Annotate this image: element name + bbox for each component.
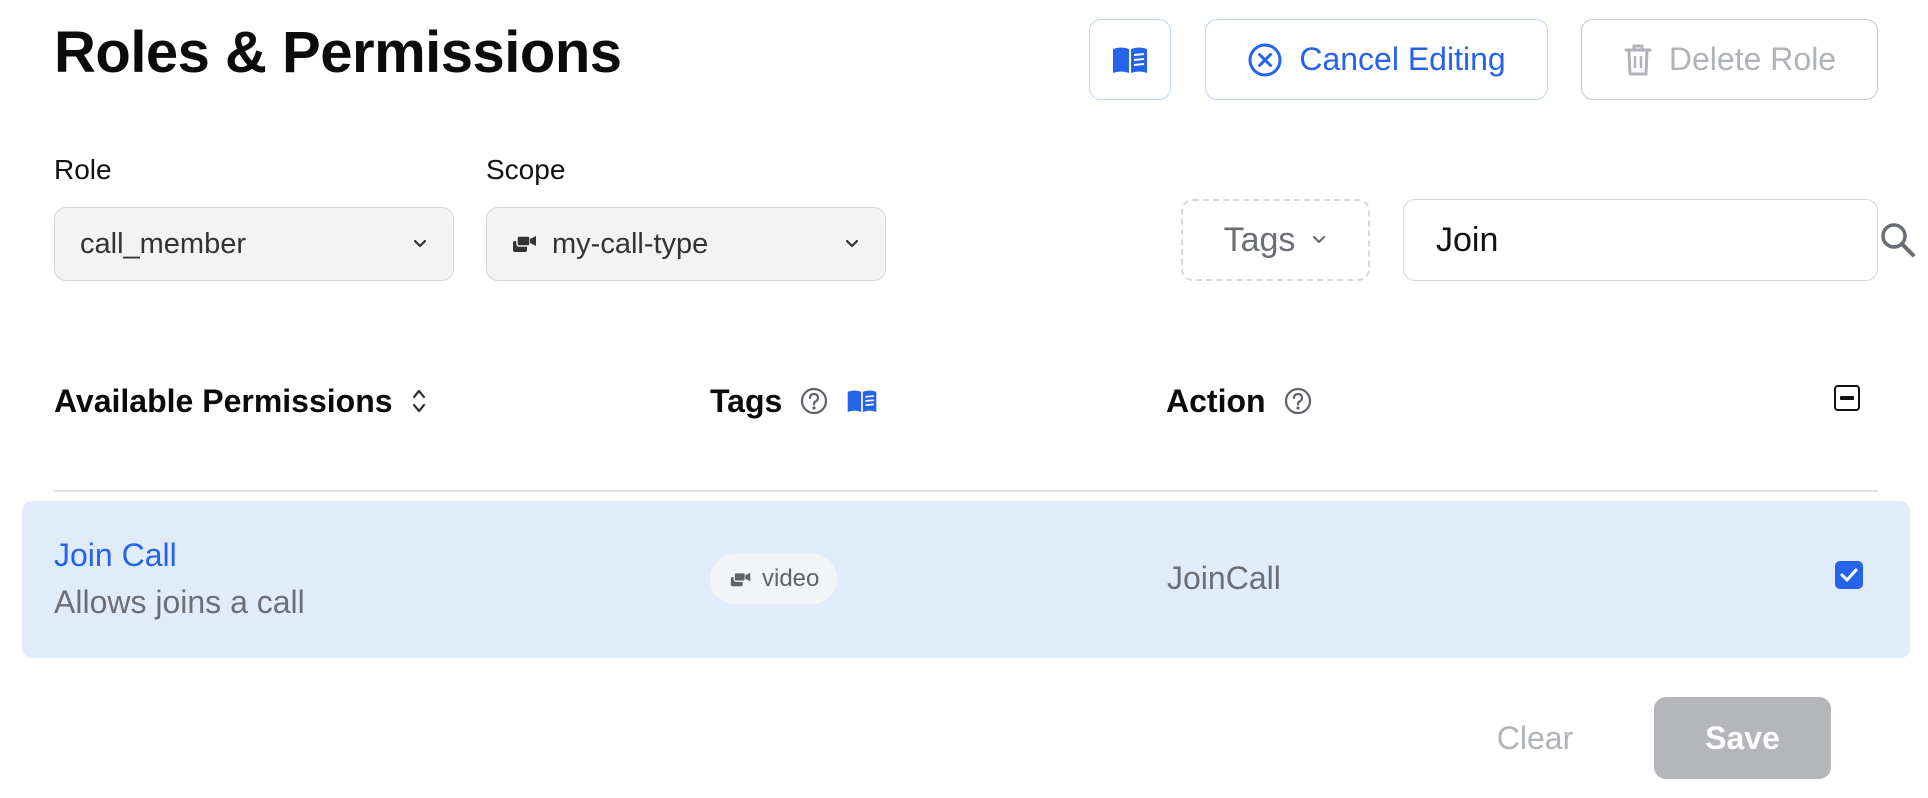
role-value: call_member: [80, 227, 246, 260]
save-button[interactable]: Save: [1654, 697, 1831, 779]
search-box[interactable]: [1403, 199, 1915, 281]
video-call-icon: [730, 571, 752, 588]
table-row[interactable]: Join Call Allows joins a call video Join…: [22, 501, 1910, 658]
action-column-header: Action: [1166, 381, 1312, 421]
tag-label: video: [762, 565, 820, 592]
scope-label: Scope: [486, 154, 566, 185]
help-circle-icon[interactable]: [800, 387, 828, 415]
tags-filter-dropdown[interactable]: Tags: [1181, 199, 1370, 281]
sort-icon[interactable]: [411, 386, 427, 416]
scope-select[interactable]: my-call-type: [486, 207, 886, 281]
permission-checkbox[interactable]: [1835, 561, 1863, 589]
role-select[interactable]: call_member: [54, 207, 454, 281]
help-circle-icon[interactable]: [1284, 387, 1312, 415]
docs-button[interactable]: [1089, 19, 1171, 100]
permissions-column-header[interactable]: Available Permissions: [54, 381, 427, 421]
open-book-icon: [1111, 45, 1149, 75]
tag-chip: video: [710, 554, 838, 604]
chevron-down-icon: [1311, 235, 1327, 245]
permission-name-link[interactable]: Join Call: [54, 535, 177, 575]
select-all-checkbox[interactable]: [1834, 385, 1860, 411]
cancel-editing-label: Cancel Editing: [1299, 41, 1506, 77]
tags-column-header: Tags: [710, 381, 878, 421]
tags-header-label: Tags: [710, 383, 783, 419]
chevron-down-icon: [412, 239, 428, 249]
search-input[interactable]: [1436, 220, 1879, 260]
delete-role-button[interactable]: Delete Role: [1581, 19, 1878, 100]
permissions-header-label: Available Permissions: [54, 383, 393, 419]
search-icon[interactable]: [1879, 221, 1917, 259]
open-book-icon[interactable]: [846, 388, 878, 414]
action-header-label: Action: [1166, 383, 1266, 419]
chevron-down-icon: [844, 239, 860, 249]
delete-role-label: Delete Role: [1668, 41, 1837, 77]
video-call-icon: [512, 234, 538, 254]
circle-x-icon: [1247, 42, 1283, 78]
page-title: Roles & Permissions: [54, 20, 622, 85]
role-label: Role: [54, 154, 112, 185]
permission-description: Allows joins a call: [54, 584, 305, 620]
tags-filter-label: Tags: [1223, 220, 1296, 259]
table-divider: [54, 490, 1878, 492]
clear-button[interactable]: Clear: [1466, 697, 1604, 779]
action-value: JoinCall: [1167, 560, 1281, 596]
cancel-editing-button[interactable]: Cancel Editing: [1205, 19, 1548, 100]
trash-icon: [1623, 43, 1653, 77]
scope-value: my-call-type: [552, 227, 709, 260]
